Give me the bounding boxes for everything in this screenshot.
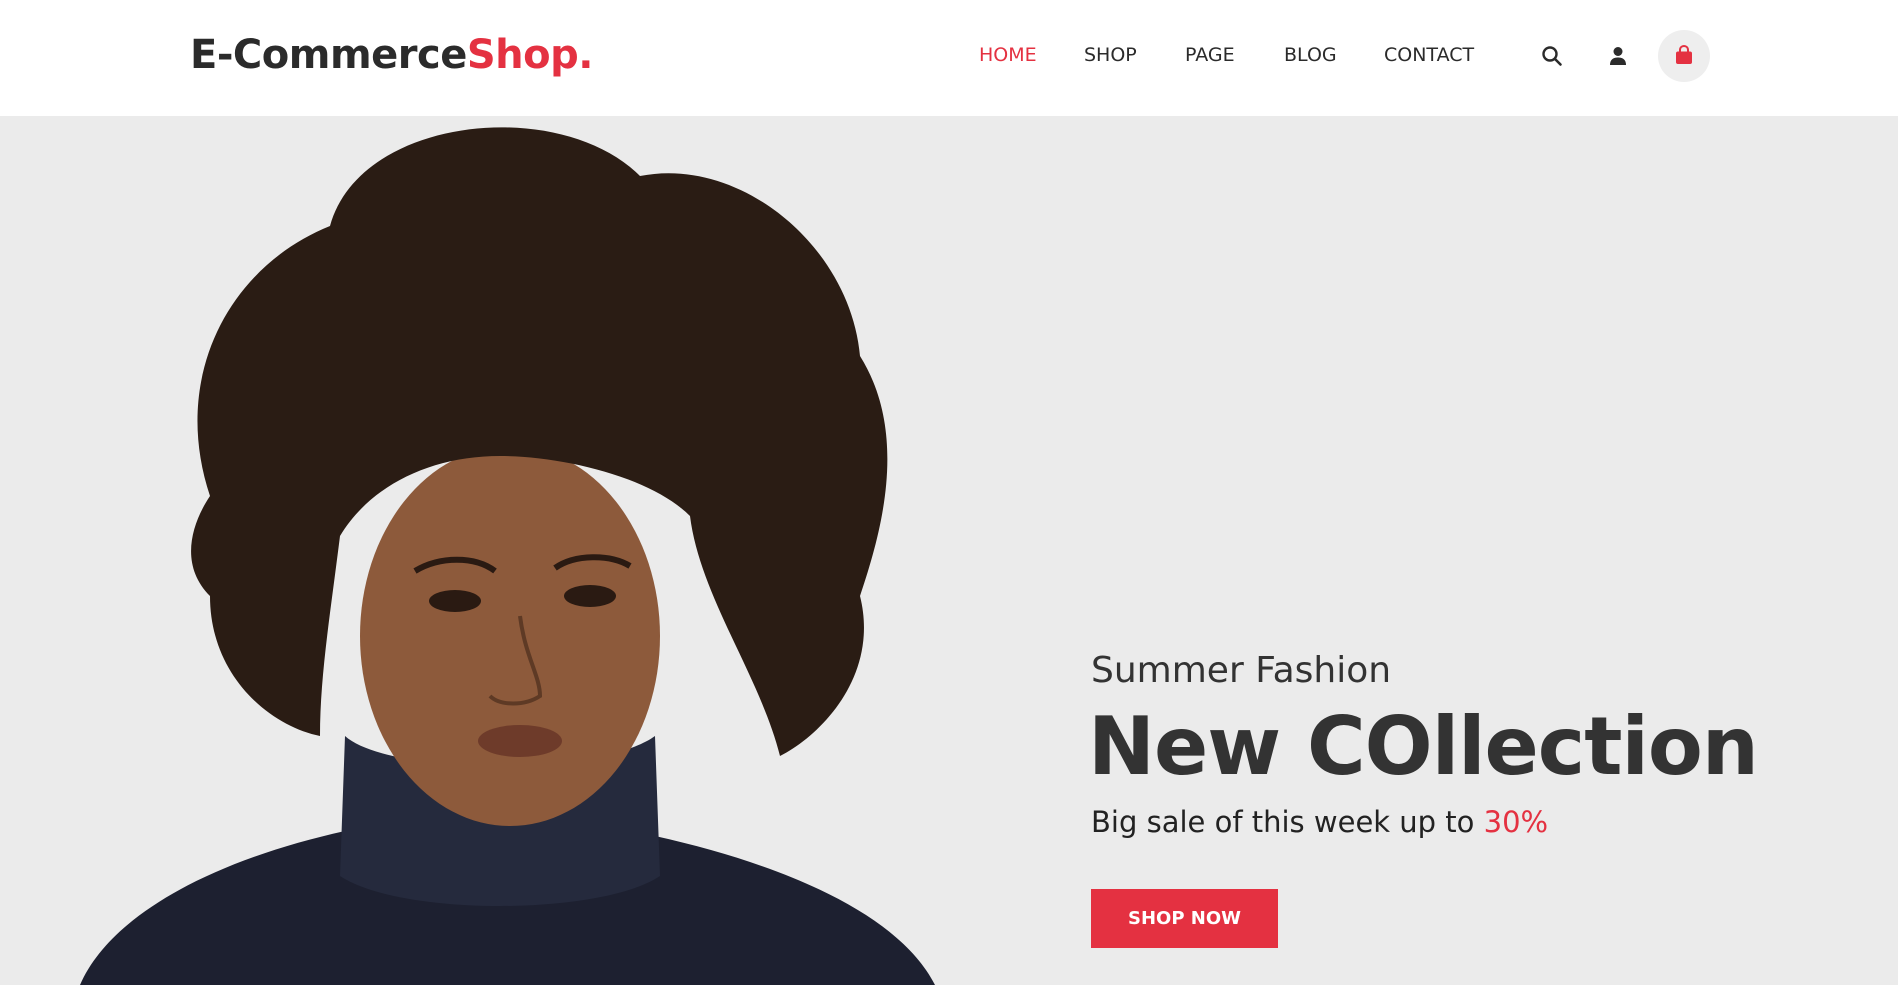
nav-item-contact[interactable]: CONTACT [1384,44,1474,66]
sale-text: Big sale of this week up to [1091,805,1484,839]
cart-button[interactable] [1658,30,1710,82]
logo-main-text: E-Commerce [190,32,467,78]
model-image [80,127,935,985]
nav-item-page[interactable]: PAGE [1185,44,1235,66]
shop-now-button[interactable]: SHOP NOW [1091,889,1278,948]
hero-headline: New COllection [1088,700,1759,793]
site-logo[interactable]: E-CommerceShop. [190,32,593,78]
nav-item-blog[interactable]: BLOG [1284,44,1337,66]
nav-item-home[interactable]: HOME [979,44,1037,66]
hero-sale-text: Big sale of this week up to 30% [1091,805,1548,839]
hero-subtitle: Summer Fashion [1091,650,1392,691]
site-header: E-CommerceShop. HOME SHOP PAGE BLOG CONT… [0,0,1898,116]
account-button[interactable] [1606,44,1630,68]
search-button[interactable] [1540,44,1564,68]
search-icon [1542,46,1562,66]
shopping-bag-icon [1676,44,1692,64]
logo-accent-text: Shop. [466,32,594,78]
user-icon [1610,47,1626,65]
sale-percent: 30% [1483,805,1549,839]
hero-banner: Summer Fashion New COllection Big sale o… [0,116,1898,985]
nav-item-shop[interactable]: SHOP [1084,44,1137,66]
